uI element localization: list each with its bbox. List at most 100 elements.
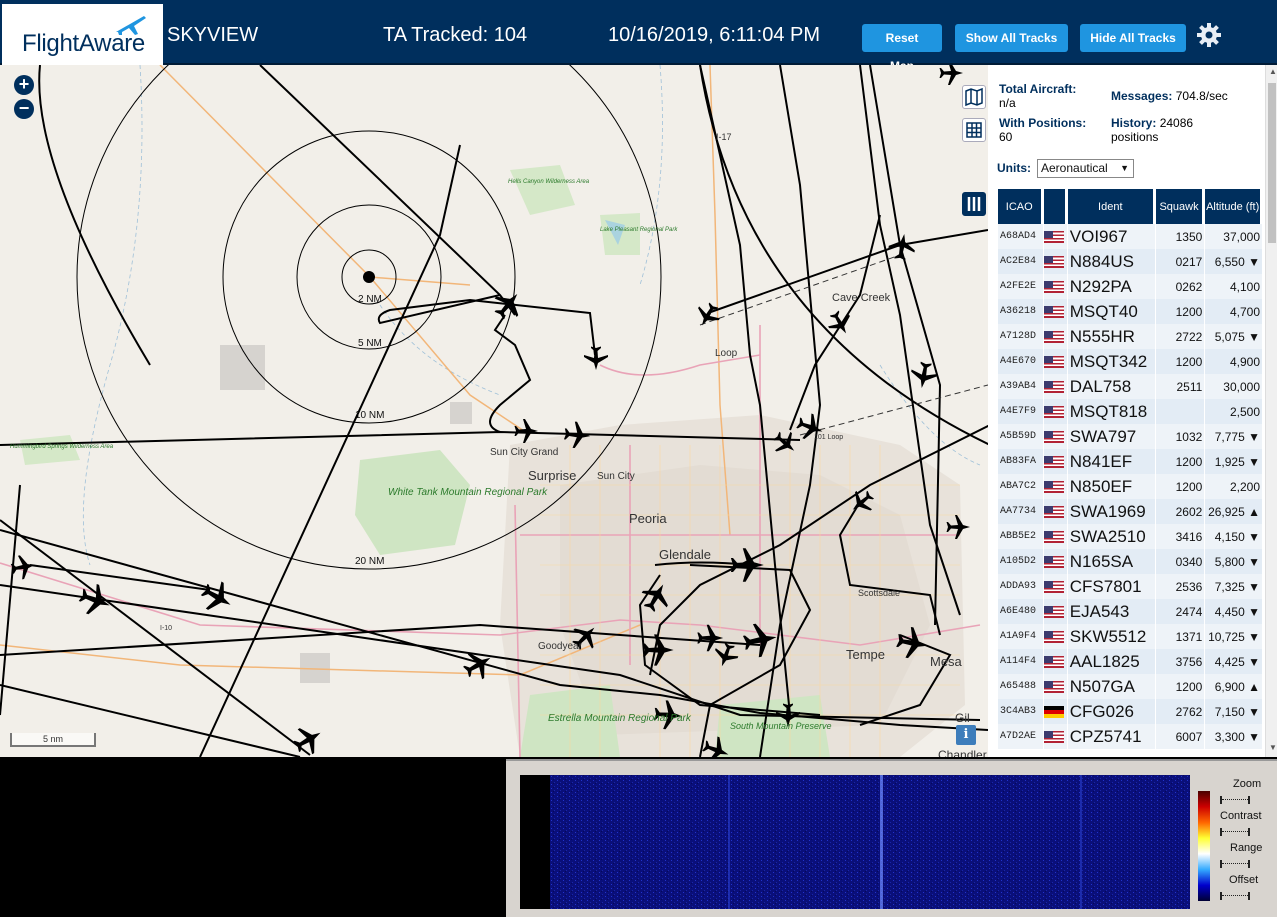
- squawk-cell: 1200: [1155, 299, 1205, 324]
- label-mesa: Mesa: [930, 654, 963, 669]
- ident-cell: N292PA: [1067, 274, 1155, 299]
- col-header-altitude[interactable]: Altitude (ft): [1205, 189, 1262, 224]
- gear-icon[interactable]: [1196, 22, 1222, 48]
- table-row[interactable]: A2FE2E N292PA 0262 4,100: [998, 274, 1262, 299]
- flag-cell: [1043, 574, 1067, 599]
- total-aircraft-stat: Total Aircraft: n/a: [999, 82, 1076, 110]
- altitude-cell: 2,200: [1205, 474, 1262, 499]
- table-row[interactable]: A39AB4 DAL758 2511 30,000: [998, 374, 1262, 399]
- icao-cell: A5B59D: [998, 424, 1043, 449]
- ident-cell: SWA797: [1067, 424, 1155, 449]
- altitude-cell: 4,450 ▼: [1205, 599, 1262, 624]
- receiver-location-marker: [363, 271, 375, 283]
- table-row[interactable]: AC2E84 N884US 0217 6,550 ▼: [998, 249, 1262, 274]
- hide-all-tracks-button[interactable]: Hide All Tracks: [1080, 24, 1186, 52]
- grid-icon[interactable]: [962, 118, 986, 142]
- squawk-cell: [1155, 399, 1205, 424]
- altitude-cell: 7,775 ▼: [1205, 424, 1262, 449]
- range-slider[interactable]: [1220, 860, 1250, 868]
- table-row[interactable]: A7128D N555HR 2722 5,075 ▼: [998, 324, 1262, 349]
- table-row[interactable]: ABB5E2 SWA2510 3416 4,150 ▼: [998, 524, 1262, 549]
- flag-cell: [1043, 499, 1067, 524]
- table-row[interactable]: A7D2AE CPZ5741 6007 3,300 ▼: [998, 724, 1262, 749]
- table-row[interactable]: A68AD4 VOI967 1350 37,000: [998, 224, 1262, 249]
- flag-cell: [1043, 299, 1067, 324]
- table-row[interactable]: AB83FA N841EF 1200 1,925 ▼: [998, 449, 1262, 474]
- scroll-up-icon[interactable]: ▲: [1269, 67, 1277, 76]
- icao-cell: AC2E84: [998, 249, 1043, 274]
- table-row[interactable]: ABA7C2 N850EF 1200 2,200: [998, 474, 1262, 499]
- table-row[interactable]: A6E480 EJA543 2474 4,450 ▼: [998, 599, 1262, 624]
- ident-cell: MSQT40: [1067, 299, 1155, 324]
- flag-cell: [1043, 374, 1067, 399]
- map-view[interactable]: 2 NM 5 NM 10 NM 20 NM Cave Creek Sun Cit…: [0, 65, 988, 757]
- table-row[interactable]: A1A9F4 SKW5512 1371 10,725 ▼: [998, 624, 1262, 649]
- show-all-tracks-button[interactable]: Show All Tracks: [955, 24, 1068, 52]
- col-header-flag[interactable]: [1043, 189, 1067, 224]
- aircraft-sidebar: Total Aircraft: n/a Messages: 704.8/sec …: [988, 65, 1277, 757]
- col-header-ident[interactable]: Ident: [1067, 189, 1155, 224]
- zoom-in-button[interactable]: +: [14, 75, 34, 95]
- table-row[interactable]: AA7734 SWA1969 2602 26,925 ▲: [998, 499, 1262, 524]
- contrast-slider[interactable]: [1220, 828, 1250, 836]
- icao-cell: A36218: [998, 299, 1043, 324]
- flag-usa-icon: [1043, 281, 1064, 294]
- zoom-out-button[interactable]: −: [14, 99, 34, 119]
- label-white-tank-park: White Tank Mountain Regional Park: [388, 487, 548, 498]
- zoom-slider[interactable]: [1220, 796, 1250, 804]
- info-icon[interactable]: i: [956, 725, 976, 745]
- flightaware-logo[interactable]: FlightAware: [2, 4, 163, 65]
- icao-cell: A4E7F9: [998, 399, 1043, 424]
- ring-label-20nm: 20 NM: [355, 556, 384, 567]
- label-lake-pleasant: Lake Pleasant Regional Park: [600, 227, 678, 233]
- plane-logo-icon: [116, 16, 146, 35]
- col-header-icao[interactable]: ICAO: [998, 189, 1043, 224]
- flag-usa-icon: [1043, 381, 1064, 394]
- flag-cell: [1043, 474, 1067, 499]
- squawk-cell: 1371: [1155, 624, 1205, 649]
- units-select[interactable]: Aeronautical ▼: [1037, 159, 1134, 178]
- ident-cell: SWA2510: [1067, 524, 1155, 549]
- altitude-cell: 4,700: [1205, 299, 1262, 324]
- columns-icon[interactable]: [962, 192, 986, 216]
- altitude-cell: 30,000: [1205, 374, 1262, 399]
- spectrum-colorbar: [1198, 791, 1210, 901]
- table-row[interactable]: A4E670 MSQT342 1200 4,900: [998, 349, 1262, 374]
- scrollbar-thumb[interactable]: [1268, 83, 1276, 243]
- label-hells-canyon: Hells Canyon Wilderness Area: [508, 179, 590, 185]
- ident-cell: EJA543: [1067, 599, 1155, 624]
- icao-cell: A4E670: [998, 349, 1043, 374]
- altitude-cell: 5,075 ▼: [1205, 324, 1262, 349]
- spectrum-waterfall[interactable]: [520, 775, 1190, 909]
- table-row[interactable]: 3C4AB3 CFG026 2762 7,150 ▼: [998, 699, 1262, 724]
- altitude-cell: 4,425 ▼: [1205, 649, 1262, 674]
- table-row[interactable]: A5B59D SWA797 1032 7,775 ▼: [998, 424, 1262, 449]
- flag-cell: [1043, 549, 1067, 574]
- table-row[interactable]: A114F4 AAL1825 3756 4,425 ▼: [998, 649, 1262, 674]
- altitude-cell: 2,500: [1205, 399, 1262, 424]
- icao-cell: A6E480: [998, 599, 1043, 624]
- table-row[interactable]: ADDA93 CFS7801 2536 7,325 ▼: [998, 574, 1262, 599]
- table-row[interactable]: A36218 MSQT40 1200 4,700: [998, 299, 1262, 324]
- ident-cell: CFG026: [1067, 699, 1155, 724]
- flag-usa-icon: [1043, 306, 1064, 319]
- table-row[interactable]: A65488 N507GA 1200 6,900 ▲: [998, 674, 1262, 699]
- squawk-cell: 2511: [1155, 374, 1205, 399]
- altitude-cell: 4,100: [1205, 274, 1262, 299]
- table-row[interactable]: A105D2 N165SA 0340 5,800 ▼: [998, 549, 1262, 574]
- label-sun-city: Sun City: [597, 471, 635, 482]
- ident-cell: SWA1969: [1067, 499, 1155, 524]
- scroll-down-icon[interactable]: ▼: [1269, 743, 1277, 752]
- flag-cell: [1043, 674, 1067, 699]
- flag-cell: [1043, 649, 1067, 674]
- zoom-control-label: Zoom: [1233, 778, 1262, 790]
- units-select-value: Aeronautical: [1041, 161, 1108, 175]
- offset-slider[interactable]: [1220, 892, 1250, 900]
- reset-map-button[interactable]: Reset Map: [862, 24, 942, 73]
- current-datetime: 10/16/2019, 6:11:04 PM: [608, 24, 821, 46]
- col-header-squawk[interactable]: Squawk: [1155, 189, 1205, 224]
- map-layers-icon[interactable]: [962, 85, 986, 109]
- squawk-cell: 1032: [1155, 424, 1205, 449]
- sidebar-scrollbar[interactable]: ▲ ▼: [1265, 65, 1277, 757]
- table-row[interactable]: A4E7F9 MSQT818 2,500: [998, 399, 1262, 424]
